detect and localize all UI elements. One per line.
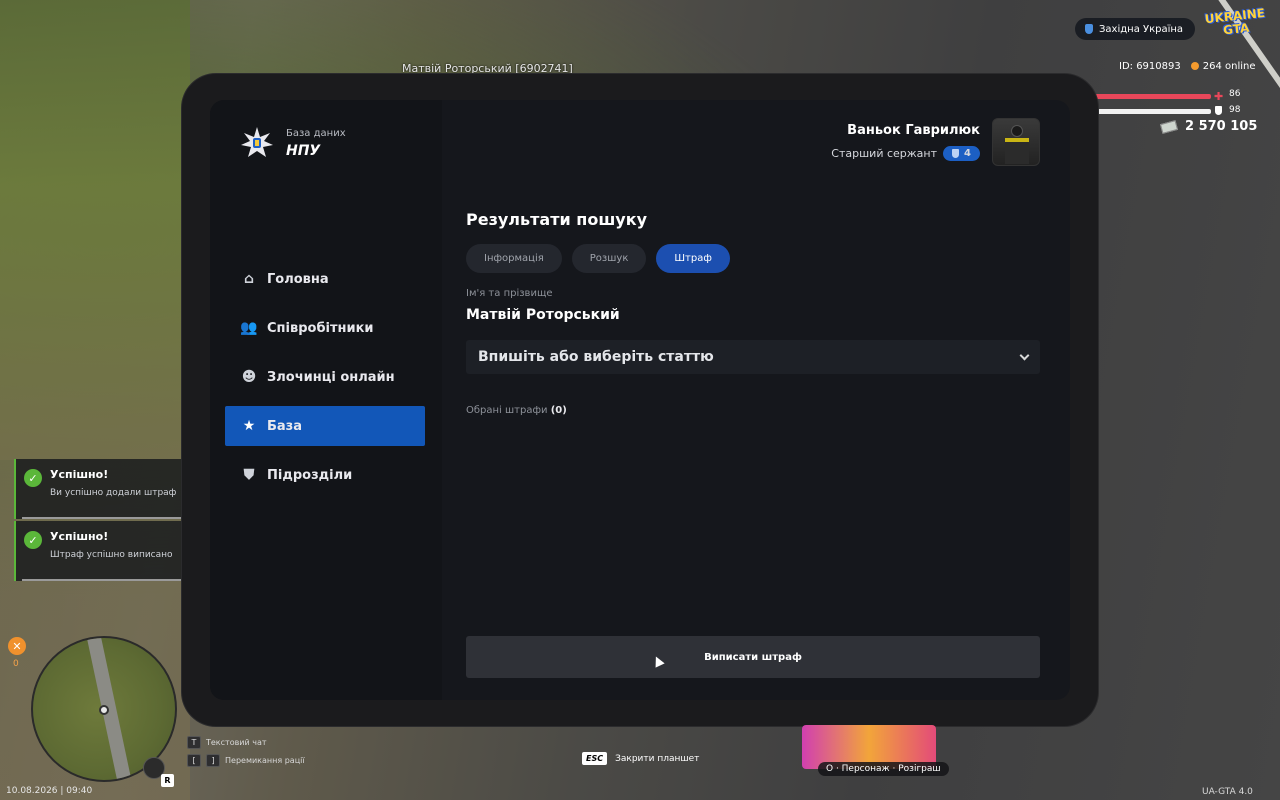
criminal-icon: ☻ [241, 369, 257, 385]
main-panel: Ваньок Гаврилюк Старший сержант 4 Резуль… [442, 100, 1070, 700]
hint-radio: [ ] Перемикання рації [187, 754, 305, 767]
health-icon: ✚ [1214, 90, 1224, 103]
armor-value: 98 [1229, 105, 1241, 115]
sidebar-nav: ⌂ Головна 👥 Співробітники ☻ Злочинці онл… [225, 259, 425, 504]
online-icon [1190, 62, 1199, 70]
money-display: 2 570 105 [1159, 119, 1258, 134]
shield-icon [952, 149, 960, 158]
issue-fine-button[interactable]: Виписати штраф [466, 636, 1040, 678]
server-name: Західна Україна [1099, 23, 1184, 35]
shield-icon [1085, 24, 1093, 34]
player-marker-icon [99, 705, 109, 715]
sidebar-item-units[interactable]: ⛊ Підрозділи [225, 455, 425, 495]
key-close-bracket: ] [206, 754, 220, 767]
minimap-counter: 0 [13, 659, 19, 669]
article-select[interactable]: Впишіть або виберіть статтю [466, 340, 1040, 374]
star-icon: ★ [242, 418, 256, 434]
key-t: T [187, 736, 201, 749]
close-tablet-hint[interactable]: ESC Закрити планшет [582, 752, 699, 765]
sidebar-item-database[interactable]: ★ База [225, 406, 425, 446]
cash-icon [1159, 119, 1179, 134]
user-name: Ваньок Гаврилюк [847, 123, 980, 138]
esc-key: ESC [582, 752, 608, 765]
avatar [992, 118, 1040, 166]
section-title: Результати пошуку [466, 210, 648, 229]
datetime: 10.08.2026 | 09:40 [6, 786, 93, 796]
tab-info[interactable]: Інформація [466, 244, 562, 273]
user-profile: Ваньок Гаврилюк Старший сержант 4 [831, 118, 1040, 166]
brand-title: НПУ [286, 142, 321, 159]
armor-icon [1215, 106, 1222, 115]
police-shield-icon: ⛊ [243, 467, 255, 483]
name-value: Матвій Роторський [466, 307, 620, 323]
game-logo: UKRAINE GTA [1204, 5, 1266, 38]
health-value: 86 [1229, 89, 1241, 99]
sidebar: База даних НПУ ⌂ Головна 👥 Співробітники… [210, 100, 442, 700]
police-badge-icon [240, 126, 274, 160]
brand: База даних НПУ [240, 126, 346, 160]
user-rank: Старший сержант [831, 147, 938, 160]
player-id: ID: 6910893 [1119, 61, 1181, 72]
brand-subtitle: База даних [286, 127, 346, 139]
tab-fine[interactable]: Штраф [656, 244, 730, 273]
game-version: UA-GTA 4.0 [1202, 787, 1253, 797]
check-icon: ✓ [24, 531, 42, 549]
minimap-badge: R [161, 774, 174, 787]
background-grass [0, 0, 190, 460]
armor-bar [1095, 109, 1211, 114]
player-stats: ID: 6910893 264 online [1119, 61, 1256, 72]
employees-icon: 👥 [240, 320, 258, 336]
online-count: 264 online [1190, 61, 1256, 72]
sidebar-item-criminals[interactable]: ☻ Злочинці онлайн [225, 357, 425, 397]
tab-wanted[interactable]: Розшук [571, 244, 647, 273]
server-badge: Західна Україна [1075, 18, 1196, 40]
money-value: 2 570 105 [1185, 119, 1258, 134]
key-open-bracket: [ [187, 754, 201, 767]
sidebar-item-employees[interactable]: 👥 Співробітники [225, 308, 425, 348]
home-icon: ⌂ [243, 271, 255, 287]
sidebar-item-home[interactable]: ⌂ Головна [225, 259, 425, 299]
promo-label[interactable]: O · Персонаж · Розіграш [818, 762, 949, 776]
tablet-screen: База даних НПУ ⌂ Головна 👥 Співробітники… [210, 100, 1070, 700]
rank-badge: 4 [943, 146, 980, 161]
hint-text-chat: T Текстовий чат [187, 736, 267, 749]
wrench-icon: ✕ [8, 637, 26, 655]
tab-bar: Інформація Розшук Штраф [466, 244, 730, 273]
chosen-fines: Обрані штрафи (0) [466, 405, 567, 416]
name-label: Ім'я та прізвище [466, 288, 553, 299]
check-icon: ✓ [24, 469, 42, 487]
chosen-fines-count: (0) [550, 405, 567, 416]
health-bar [1095, 94, 1211, 99]
chevron-down-icon [1019, 350, 1030, 360]
article-select-placeholder: Впишіть або виберіть статтю [478, 349, 714, 365]
